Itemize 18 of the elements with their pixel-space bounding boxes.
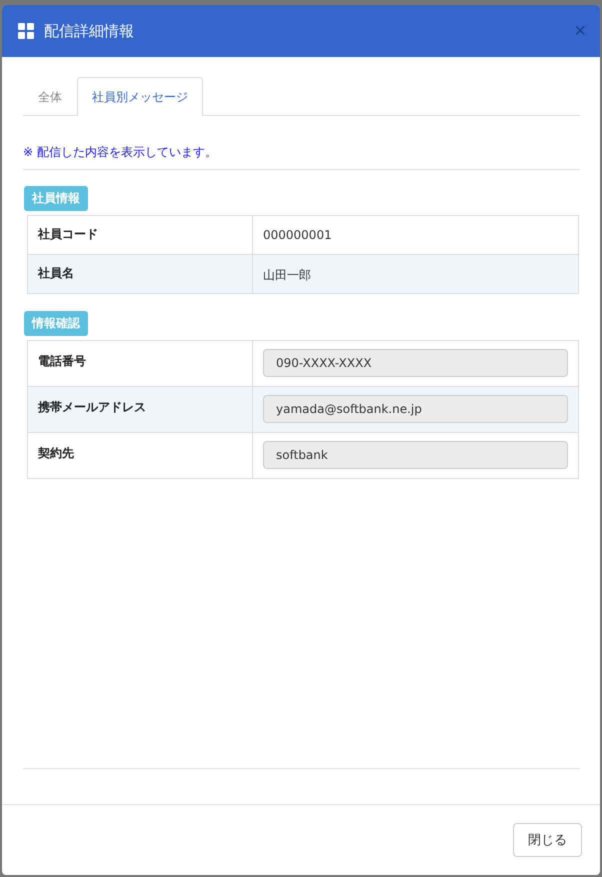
tab[interactable]: 社員別メッセージ: [77, 77, 203, 116]
input-field[interactable]: yamada@softbank.ne.jp: [263, 395, 568, 423]
input-field[interactable]: 090-XXXX-XXXX: [263, 349, 568, 377]
row-label: 携帯メールアドレス: [28, 386, 252, 432]
tab[interactable]: 全体: [23, 77, 77, 116]
table-cell: 山田一郎: [252, 254, 578, 294]
row-label: 電話番号: [28, 340, 252, 386]
close-dialog-button[interactable]: 閉じる: [513, 823, 582, 857]
section-label: 情報確認: [24, 311, 88, 336]
row-label: 社員コード: [28, 216, 252, 254]
input-field[interactable]: softbank: [263, 441, 568, 469]
row-label: 契約先: [28, 432, 252, 478]
row-label: 社員名: [28, 254, 252, 294]
table-cell: 000000001: [252, 216, 578, 254]
info-note: ※ 配信した内容を表示しています。: [23, 144, 218, 161]
dialog-title: 配信詳細情報: [44, 22, 134, 40]
grid-icon: [18, 23, 34, 39]
section-label: 社員情報: [24, 186, 88, 211]
